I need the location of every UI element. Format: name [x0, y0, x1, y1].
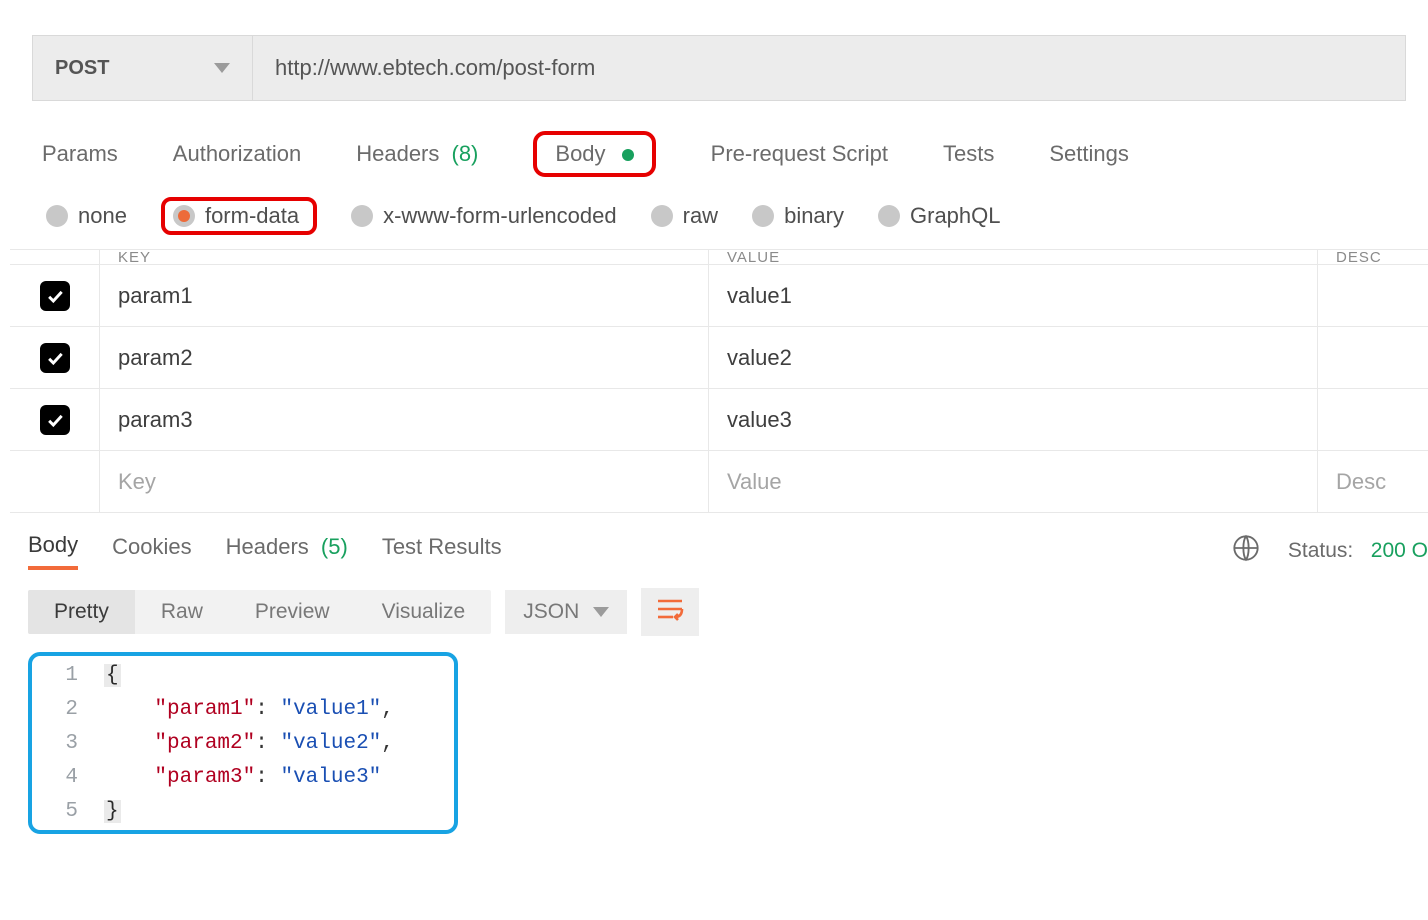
form-data-table: KEY VALUE DESC param1 value1 param2 valu…	[10, 249, 1428, 513]
request-tabs: Params Authorization Headers (8) Body Pr…	[10, 101, 1428, 187]
http-method-label: POST	[55, 57, 109, 80]
body-type-binary[interactable]: binary	[752, 203, 844, 229]
radio-icon	[46, 205, 68, 227]
body-type-form-data[interactable]: form-data	[173, 203, 299, 229]
body-type-urlencoded[interactable]: x-www-form-urlencoded	[351, 203, 617, 229]
radio-icon	[351, 205, 373, 227]
chevron-down-icon	[593, 607, 609, 617]
table-row: param1 value1	[10, 265, 1428, 327]
table-header: KEY VALUE DESC	[10, 249, 1428, 265]
tab-authorization[interactable]: Authorization	[173, 141, 301, 167]
radio-icon-selected	[173, 205, 195, 227]
view-preview[interactable]: Preview	[229, 590, 356, 634]
code-line: 4 "param3": "value3"	[32, 760, 394, 794]
line-number: 5	[32, 800, 104, 823]
url-input[interactable]: http://www.ebtech.com/post-form	[253, 36, 1405, 100]
response-bar: Body Cookies Headers (5) Test Results St…	[10, 513, 1428, 570]
status-code: 200 O	[1371, 539, 1428, 562]
cell-key[interactable]: param2	[100, 327, 709, 388]
row-checkbox[interactable]	[40, 405, 70, 435]
tab-body-highlight: Body	[533, 131, 655, 177]
body-type-row: none form-data x-www-form-urlencoded raw…	[10, 187, 1428, 249]
cell-value[interactable]: value2	[709, 327, 1318, 388]
resp-tab-headers-label: Headers	[226, 534, 309, 559]
body-type-label: x-www-form-urlencoded	[383, 203, 617, 229]
body-type-graphql[interactable]: GraphQL	[878, 203, 1001, 229]
radio-icon	[878, 205, 900, 227]
table-row-new: Key Value Desc	[10, 451, 1428, 513]
body-type-label: form-data	[205, 203, 299, 229]
wrap-lines-button[interactable]	[641, 588, 699, 636]
response-view-tabs: Pretty Raw Preview Visualize	[28, 590, 491, 634]
line-number: 3	[32, 732, 104, 755]
http-method-select[interactable]: POST	[33, 36, 253, 100]
tab-tests[interactable]: Tests	[943, 141, 994, 167]
cell-key[interactable]: param3	[100, 389, 709, 450]
table-row: param2 value2	[10, 327, 1428, 389]
new-value-input[interactable]: Value	[709, 451, 1318, 512]
cell-desc[interactable]	[1318, 389, 1428, 450]
code-line: 2 "param1": "value1",	[32, 692, 394, 726]
cell-value[interactable]: value1	[709, 265, 1318, 326]
new-key-input[interactable]: Key	[100, 451, 709, 512]
code-line: 1 {	[32, 658, 394, 692]
resp-tab-cookies[interactable]: Cookies	[112, 534, 191, 568]
tab-body-label: Body	[555, 141, 605, 166]
cell-desc[interactable]	[1318, 265, 1428, 326]
radio-icon	[752, 205, 774, 227]
brace: {	[104, 664, 121, 687]
col-key: KEY	[100, 250, 709, 264]
cell-value[interactable]: value3	[709, 389, 1318, 450]
body-type-none[interactable]: none	[46, 203, 127, 229]
response-tabs: Body Cookies Headers (5) Test Results	[28, 532, 502, 570]
row-checkbox[interactable]	[40, 281, 70, 311]
col-value: VALUE	[709, 250, 1318, 264]
col-desc: DESC	[1318, 250, 1428, 264]
resp-tab-headers[interactable]: Headers (5)	[226, 534, 348, 568]
response-format-label: JSON	[523, 600, 579, 624]
new-desc-input[interactable]: Desc	[1318, 451, 1428, 512]
url-text: http://www.ebtech.com/post-form	[275, 55, 595, 81]
tab-prerequest[interactable]: Pre-request Script	[711, 141, 888, 167]
code-line: 3 "param2": "value2",	[32, 726, 394, 760]
body-type-raw[interactable]: raw	[651, 203, 718, 229]
code-line: 5 }	[32, 794, 394, 828]
globe-icon[interactable]	[1232, 534, 1260, 568]
brace: }	[104, 800, 121, 823]
tab-body[interactable]: Body	[555, 141, 633, 167]
response-toolbar: Pretty Raw Preview Visualize JSON	[10, 570, 1428, 648]
form-data-highlight: form-data	[161, 197, 317, 235]
body-indicator-dot	[622, 149, 634, 161]
headers-count: (8)	[452, 141, 479, 166]
response-format-select[interactable]: JSON	[505, 590, 627, 634]
view-visualize[interactable]: Visualize	[356, 590, 492, 634]
line-number: 4	[32, 766, 104, 789]
cell-desc[interactable]	[1318, 327, 1428, 388]
tab-headers-label: Headers	[356, 141, 439, 166]
resp-tab-testresults[interactable]: Test Results	[382, 534, 502, 568]
tab-params[interactable]: Params	[42, 141, 118, 167]
cell-key[interactable]: param1	[100, 265, 709, 326]
body-type-label: none	[78, 203, 127, 229]
body-type-label: GraphQL	[910, 203, 1001, 229]
body-type-label: binary	[784, 203, 844, 229]
row-checkbox[interactable]	[40, 343, 70, 373]
url-bar: POST http://www.ebtech.com/post-form	[32, 35, 1406, 101]
chevron-down-icon	[214, 63, 230, 73]
body-type-label: raw	[683, 203, 718, 229]
radio-icon	[651, 205, 673, 227]
line-number: 1	[32, 664, 104, 687]
line-number: 2	[32, 698, 104, 721]
table-row: param3 value3	[10, 389, 1428, 451]
resp-tab-body[interactable]: Body	[28, 532, 78, 570]
resp-headers-count: (5)	[321, 534, 348, 559]
view-raw[interactable]: Raw	[135, 590, 229, 634]
response-body-code[interactable]: 1 { 2 "param1": "value1", 3 "param2": "v…	[28, 652, 458, 834]
tab-settings[interactable]: Settings	[1049, 141, 1129, 167]
tab-headers[interactable]: Headers (8)	[356, 141, 478, 167]
view-pretty[interactable]: Pretty	[28, 590, 135, 634]
status-label: Status:	[1288, 539, 1353, 562]
